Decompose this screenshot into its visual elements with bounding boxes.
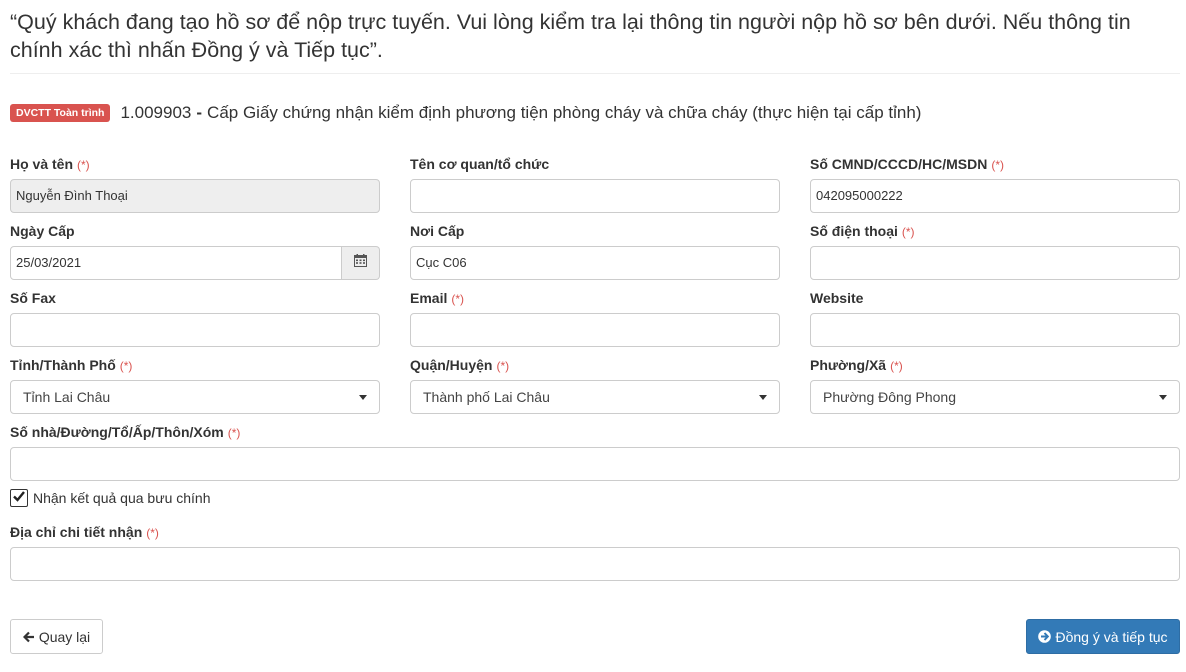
street-label-text: Số nhà/Đường/Tổ/Ấp/Thôn/Xóm	[10, 424, 224, 440]
issue-date-label-text: Ngày Cấp	[10, 223, 75, 239]
province-value: Tỉnh Lai Châu	[23, 389, 111, 405]
organization-input[interactable]	[410, 179, 780, 213]
province-label: Tỉnh/Thành Phố (*)	[10, 356, 132, 375]
street-label: Số nhà/Đường/Tổ/Ấp/Thôn/Xóm (*)	[10, 423, 240, 442]
back-button[interactable]: Quay lại	[10, 619, 103, 654]
required-mark: (*)	[901, 225, 915, 239]
full-name-label: Họ và tên (*)	[10, 155, 90, 174]
chevron-down-icon	[1159, 395, 1167, 400]
postal-checkbox-label: Nhận kết quả qua bưu chính	[33, 490, 211, 506]
email-input[interactable]	[410, 313, 780, 347]
district-select[interactable]: Thành phố Lai Châu	[410, 380, 780, 414]
postal-checkbox[interactable]	[10, 489, 28, 507]
calendar-icon	[354, 254, 367, 272]
chevron-down-icon	[359, 395, 367, 400]
delivery-address-input[interactable]	[10, 547, 1180, 581]
ward-value: Phường Đông Phong	[823, 389, 956, 405]
website-label-text: Website	[810, 290, 864, 306]
required-mark: (*)	[77, 158, 90, 172]
district-label-text: Quận/Huyện	[410, 357, 493, 373]
province-select[interactable]: Tỉnh Lai Châu	[10, 380, 380, 414]
calendar-button[interactable]	[342, 246, 380, 280]
fax-label: Số Fax	[10, 289, 56, 307]
delivery-address-label-text: Địa chỉ chi tiết nhận	[10, 524, 143, 540]
email-label: Email (*)	[410, 289, 464, 308]
full-name-label-text: Họ và tên	[10, 156, 74, 172]
issue-place-label-text: Nơi Cấp	[410, 223, 465, 239]
issue-date-label: Ngày Cấp	[10, 222, 75, 240]
organization-label: Tên cơ quan/tổ chức	[410, 155, 549, 173]
procedure-badge: DVCTT Toàn trình	[10, 104, 111, 122]
chevron-down-icon	[759, 395, 767, 400]
back-button-label: Quay lại	[38, 628, 91, 645]
notice-text: “Quý khách đang tạo hồ sơ để nộp trực tu…	[10, 10, 1131, 62]
id-number-label-text: Số CMND/CCCD/HC/MSDN	[810, 156, 988, 172]
required-mark: (*)	[227, 426, 241, 440]
issue-date-group: 25/03/2021	[10, 246, 380, 280]
agree-continue-label: Đồng ý và tiếp tục	[1055, 628, 1168, 645]
district-label: Quận/Huyện (*)	[410, 356, 509, 375]
website-label: Website	[810, 289, 863, 307]
issue-place-label: Nơi Cấp	[410, 222, 464, 240]
required-mark: (*)	[991, 158, 1004, 172]
district-value: Thành phố Lai Châu	[423, 389, 550, 405]
email-label-text: Email	[410, 290, 448, 306]
required-mark: (*)	[496, 359, 510, 373]
procedure-header: DVCTT Toàn trình 1.009903 - Cấp Giấy chứ…	[10, 101, 921, 125]
procedure-code: 1.009903	[120, 103, 192, 122]
website-input[interactable]	[810, 313, 1180, 347]
full-name-input[interactable]: Nguyễn Đình Thoại	[10, 179, 380, 213]
organization-label-text: Tên cơ quan/tổ chức	[410, 156, 550, 172]
required-mark: (*)	[451, 292, 465, 306]
ward-label-text: Phường/Xã	[810, 357, 887, 373]
issue-place-input[interactable]: Cục C06	[410, 246, 780, 280]
fax-label-text: Số Fax	[10, 290, 56, 306]
phone-input[interactable]	[810, 246, 1180, 280]
procedure-name: Cấp Giấy chứng nhận kiểm định phương tiệ…	[207, 103, 922, 122]
ward-label: Phường/Xã (*)	[810, 356, 903, 375]
required-mark: (*)	[146, 526, 159, 540]
required-mark: (*)	[890, 359, 903, 373]
arrow-circle-right-icon	[1038, 630, 1052, 643]
agree-continue-button[interactable]: Đồng ý và tiếp tục	[1026, 619, 1180, 654]
procedure-separator: -	[196, 103, 203, 122]
phone-label: Số điện thoại (*)	[810, 222, 915, 241]
postal-checkbox-row[interactable]: Nhận kết quả qua bưu chính	[10, 488, 211, 508]
checkmark-icon	[12, 489, 26, 508]
province-label-text: Tỉnh/Thành Phố	[10, 357, 116, 373]
arrow-left-icon	[22, 631, 35, 643]
divider	[10, 73, 1180, 74]
required-mark: (*)	[119, 359, 133, 373]
issue-date-input[interactable]: 25/03/2021	[10, 246, 342, 280]
delivery-address-label: Địa chỉ chi tiết nhận (*)	[10, 523, 159, 542]
phone-label-text: Số điện thoại	[810, 223, 898, 239]
id-number-label: Số CMND/CCCD/HC/MSDN (*)	[810, 155, 1004, 174]
ward-select[interactable]: Phường Đông Phong	[810, 380, 1180, 414]
id-number-input[interactable]: 042095000222	[810, 179, 1180, 213]
street-input[interactable]	[10, 447, 1180, 481]
fax-input[interactable]	[10, 313, 380, 347]
